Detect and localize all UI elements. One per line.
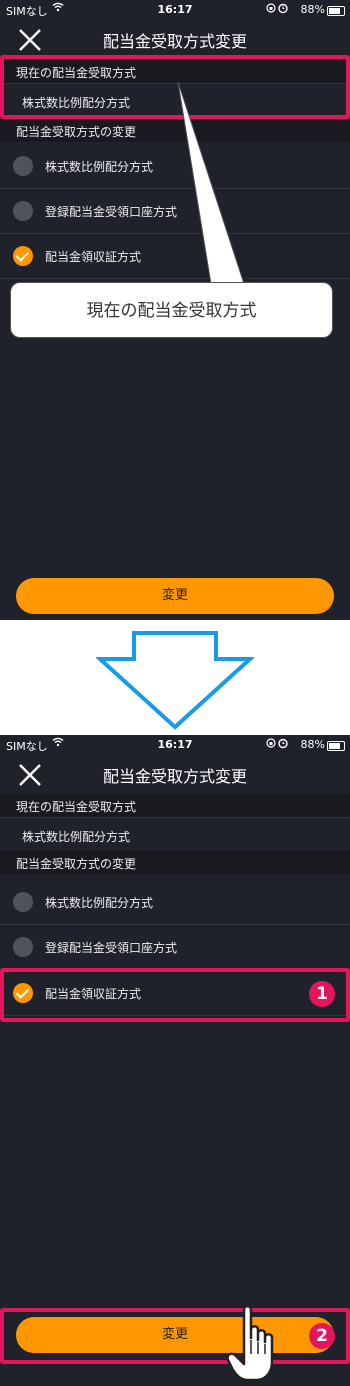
status-bar: SIMなし 16:17 88% — [0, 735, 350, 755]
screen-after: SIMなし 16:17 88% 配当金受取方式変更 現在の配当金受取方式 株式数… — [0, 735, 350, 1386]
callout-tail-cover — [213, 283, 245, 290]
hand-pointer-icon — [226, 1305, 274, 1382]
current-section-header: 現在の配当金受取方式 — [0, 794, 350, 817]
change-section-header: 配当金受取方式の変更 — [0, 851, 350, 874]
radio-unchecked-icon[interactable] — [13, 937, 33, 957]
step1-badge: 1 — [309, 981, 335, 1007]
current-method-row: 株式数比例配分方式 — [0, 817, 350, 854]
option-label: 株式数比例配分方式 — [45, 896, 154, 910]
radio-unchecked-icon[interactable] — [13, 892, 33, 912]
battery-icon — [327, 741, 345, 751]
change-section-label: 配当金受取方式の変更 — [16, 857, 137, 871]
lock-alarm-icons — [266, 737, 290, 752]
option-label: 登録配当金受領口座方式 — [45, 941, 178, 955]
arrow-down-icon — [96, 631, 254, 730]
change-button[interactable]: 変更 — [16, 578, 334, 614]
highlight-step1 — [0, 968, 350, 1022]
step2-badge: 2 — [309, 1323, 335, 1349]
current-section-label: 現在の配当金受取方式 — [16, 800, 137, 814]
page-title: 配当金受取方式変更 — [102, 767, 247, 786]
option-row-stock-ratio[interactable]: 株式数比例配分方式 — [0, 880, 350, 925]
option-row-registered-account[interactable]: 登録配当金受領口座方式 — [0, 925, 350, 970]
status-time: 16:17 — [157, 738, 193, 751]
highlight-step2 — [0, 1308, 350, 1364]
battery-percent: 88% — [300, 738, 325, 751]
current-method-value: 株式数比例配分方式 — [22, 830, 131, 844]
nav-bar: 配当金受取方式変更 — [0, 755, 350, 791]
